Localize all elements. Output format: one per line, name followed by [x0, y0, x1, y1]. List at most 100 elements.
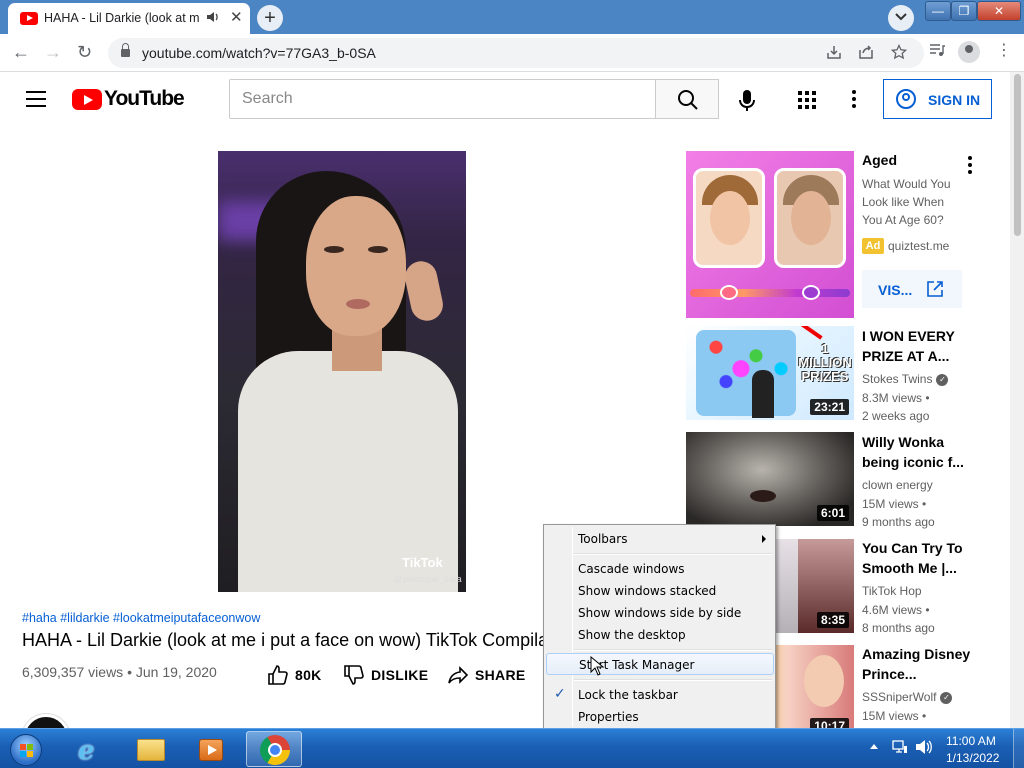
video-player[interactable]: TikTok @plastique_tiara	[218, 151, 466, 592]
related-channel[interactable]: Stokes Twins ✓	[862, 372, 949, 386]
window-maximize-button[interactable]: ❐	[951, 1, 977, 21]
microphone-icon[interactable]	[738, 89, 756, 118]
menu-item-toolbars[interactable]: Toolbars	[546, 528, 774, 550]
taskbar-windows-explorer[interactable]	[122, 731, 178, 767]
media-player-icon	[199, 739, 223, 761]
address-bar[interactable]: youtube.com/watch?v=77GA3_b-0SA	[108, 38, 924, 68]
speaker-icon[interactable]	[206, 11, 220, 26]
install-app-icon[interactable]	[826, 44, 842, 63]
checkmark-icon: ✓	[554, 686, 566, 702]
thumbnail-prizes-image	[696, 330, 796, 416]
tab-close-icon[interactable]: ✕	[230, 8, 243, 26]
chrome-menu-button[interactable]: ⋮	[996, 40, 1012, 60]
ad-visit-button[interactable]: VIS...	[862, 270, 962, 308]
thumbnail-person	[752, 370, 774, 418]
ad-visit-label: VIS...	[878, 282, 913, 298]
show-desktop-button[interactable]	[1013, 729, 1024, 768]
forward-button[interactable]: →	[44, 42, 62, 63]
ad-more-icon[interactable]	[968, 156, 972, 177]
profile-avatar[interactable]	[958, 41, 980, 63]
menu-item-show-windows-side-by-side[interactable]: Show windows side by side	[546, 602, 774, 624]
windows-orb-icon	[10, 734, 42, 766]
reload-button[interactable]: ↻	[77, 42, 92, 63]
video-duration: 8:35	[816, 612, 849, 628]
url-text[interactable]: youtube.com/watch?v=77GA3_b-0SA	[142, 45, 376, 61]
youtube-logo-icon[interactable]	[72, 89, 102, 110]
network-icon[interactable]	[892, 739, 908, 758]
video-hashtags[interactable]: #haha #lildarkie #lookatmeiputafaceonwow	[22, 611, 260, 625]
share-label: SHARE	[475, 667, 526, 683]
taskbar-context-menu: Toolbars Cascade windows Show windows st…	[543, 524, 776, 730]
related-channel[interactable]: TikTok Hop	[862, 584, 922, 598]
related-views: 4.6M views •	[862, 603, 930, 617]
menu-item-lock-the-taskbar[interactable]: ✓ Lock the taskbar	[546, 684, 774, 706]
page-scrollbar[interactable]	[1010, 72, 1024, 728]
related-channel[interactable]: SSSniperWolf ✓	[862, 690, 953, 704]
related-title[interactable]: Amazing Disney Prince...	[862, 644, 972, 684]
menu-separator	[574, 553, 772, 555]
thumbs-down-icon	[344, 665, 364, 685]
video-frame-face	[306, 196, 406, 336]
mouse-cursor-icon	[590, 656, 604, 676]
new-tab-button[interactable]: +	[257, 5, 283, 31]
related-title[interactable]: You Can Try To Smooth Me |...	[862, 538, 972, 578]
related-channel[interactable]: clown energy	[862, 478, 933, 492]
tab-search-button[interactable]	[888, 5, 914, 31]
ad-title[interactable]: Aged	[862, 152, 897, 168]
tray-expand-icon[interactable]	[870, 744, 878, 749]
search-button[interactable]	[655, 79, 719, 119]
start-button[interactable]	[4, 731, 48, 767]
tiktok-username: @plastique_tiara	[394, 574, 462, 584]
menu-item-start-task-manager[interactable]: Start Task Manager	[546, 653, 774, 675]
search-field[interactable]	[229, 79, 656, 119]
menu-item-properties[interactable]: Properties	[546, 706, 774, 728]
taskbar-media-player[interactable]	[182, 731, 238, 767]
account-icon	[896, 89, 916, 109]
clock-time[interactable]: 11:00 AM	[946, 734, 996, 748]
related-thumbnail[interactable]: 1 MILLION PRIZES 23:21	[686, 326, 854, 420]
verified-check-icon: ✓	[936, 373, 949, 386]
taskbar-internet-explorer[interactable]: e	[62, 731, 118, 767]
clock-date[interactable]: 1/13/2022	[946, 751, 999, 765]
window-close-button[interactable]: ✕	[977, 1, 1021, 21]
page-scrollbar-thumb[interactable]	[1014, 74, 1021, 236]
ad-age-slider	[690, 289, 850, 297]
ad-description: What Would You Look like When You At Age…	[862, 177, 951, 227]
related-title[interactable]: Willy Wonka being iconic f...	[862, 432, 972, 472]
search-input[interactable]	[230, 80, 655, 118]
menu-item-cascade-windows[interactable]: Cascade windows	[546, 558, 774, 580]
sign-in-button[interactable]: SIGN IN	[883, 79, 992, 119]
related-age: 9 months ago	[862, 515, 935, 529]
related-thumbnail[interactable]: 6:01	[686, 432, 854, 526]
volume-icon[interactable]	[915, 739, 933, 758]
taskbar-google-chrome[interactable]	[246, 731, 302, 767]
external-link-icon	[927, 281, 943, 297]
share-icon[interactable]	[858, 44, 874, 63]
related-views: 8.3M views •	[862, 391, 930, 405]
menu-item-show-windows-stacked[interactable]: Show windows stacked	[546, 580, 774, 602]
sign-in-label: SIGN IN	[928, 92, 981, 108]
video-title: HAHA - Lil Darkie (look at me i put a fa…	[22, 630, 544, 650]
related-views: 15M views •	[862, 497, 927, 511]
back-button[interactable]: ←	[12, 42, 30, 63]
windows-taskbar: e 11:00 AM 1/13/2022	[0, 728, 1024, 768]
youtube-wordmark[interactable]: YouTube	[104, 87, 185, 111]
ad-thumbnail[interactable]	[686, 151, 854, 318]
windows-logo-icon	[20, 744, 34, 758]
lock-icon[interactable]	[121, 43, 130, 57]
media-controls-icon[interactable]	[929, 42, 945, 61]
window-minimize-button[interactable]: —	[925, 1, 951, 21]
tiktok-watermark: TikTok	[402, 555, 443, 570]
browser-tab[interactable]: HAHA - Lil Darkie (look at m ✕	[8, 3, 250, 34]
menu-item-show-the-desktop[interactable]: Show the desktop	[546, 624, 774, 646]
ad-slider-knob	[802, 285, 820, 300]
internet-explorer-icon: e	[78, 736, 95, 766]
hamburger-menu-icon[interactable]	[26, 91, 46, 107]
video-duration: 6:01	[816, 505, 849, 521]
related-title[interactable]: I WON EVERY PRIZE AT A...	[862, 326, 972, 366]
bookmark-star-icon[interactable]	[890, 43, 908, 63]
thumbnail-arrow	[797, 326, 823, 340]
settings-more-icon[interactable]	[852, 90, 856, 111]
ad-domain: quiztest.me	[888, 239, 950, 253]
apps-grid-icon[interactable]	[798, 91, 816, 114]
